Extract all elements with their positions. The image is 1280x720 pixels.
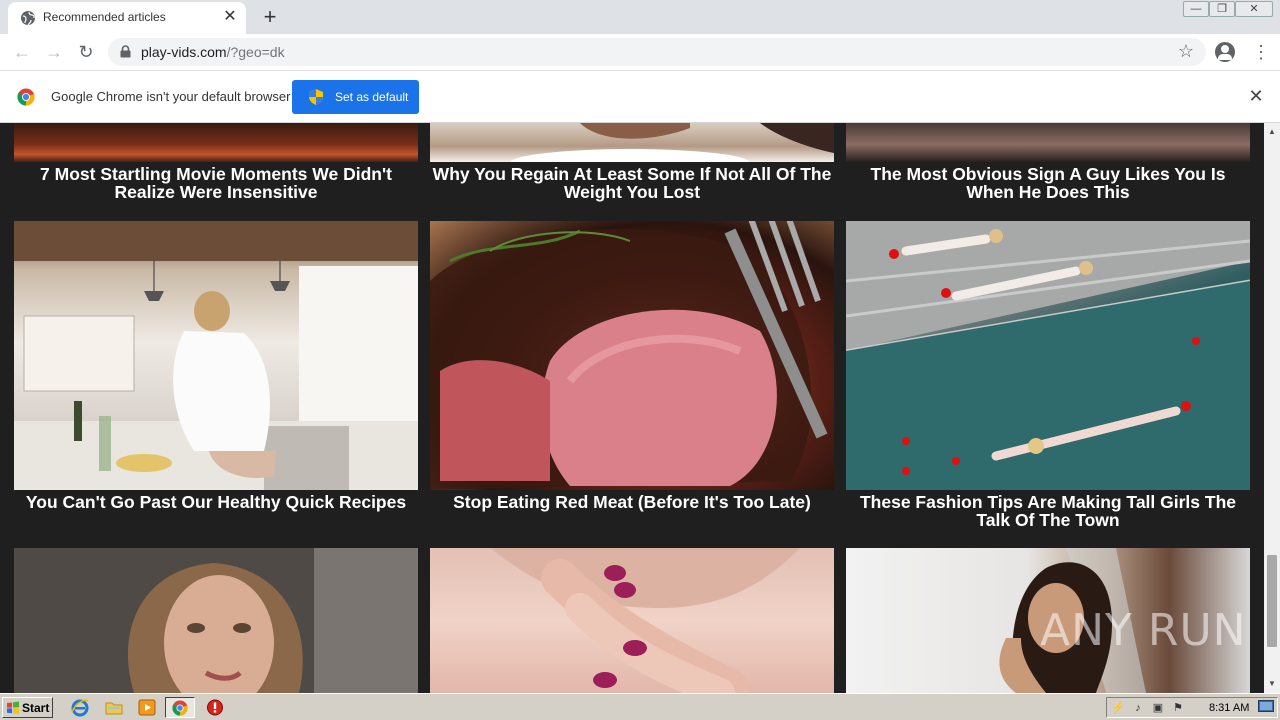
article-title[interactable]: 7 Most Startling Movie Moments We Didn't… (14, 165, 418, 201)
bookmark-star-icon[interactable]: ☆ (1178, 41, 1194, 62)
article-title[interactable]: Why You Regain At Least Some If Not All … (430, 165, 834, 201)
article-thumbnail[interactable] (430, 221, 834, 490)
system-tray: ⚡ ♪ ▣ ⚑ 8:31 AM (1106, 697, 1278, 718)
media-player-icon[interactable] (137, 698, 157, 717)
start-label: Start (22, 701, 50, 715)
steak-fork-image (430, 221, 828, 490)
article-thumbnail[interactable] (430, 123, 834, 162)
article-card[interactable]: The Most Obvious Sign A Guy Likes You Is… (846, 123, 1250, 207)
article-thumbnail[interactable] (14, 123, 418, 162)
start-button[interactable]: Start (2, 697, 53, 718)
article-title[interactable]: Stop Eating Red Meat (Before It's Too La… (430, 493, 834, 511)
chrome-logo-icon (17, 88, 35, 106)
article-card[interactable]: 7 Most Startling Movie Moments We Didn't… (14, 123, 418, 207)
tab-strip: Recommended articles ✕ + — ❐ ✕ (0, 0, 1280, 34)
article-thumbnail[interactable] (430, 548, 834, 693)
page-scrollbar[interactable]: ▲ ▼ (1264, 123, 1280, 693)
tab-title: Recommended articles (43, 10, 166, 24)
url-path: /?geo=dk (226, 44, 285, 60)
chrome-menu-icon[interactable]: ⋮ (1252, 42, 1270, 62)
tab-close-icon[interactable]: ✕ (222, 9, 238, 25)
lock-icon[interactable] (120, 45, 131, 58)
anyrun-watermark: ANY RUN (1040, 605, 1247, 656)
hands-nails-image (490, 548, 800, 693)
show-desktop-icon[interactable] (1258, 700, 1274, 714)
article-card[interactable] (14, 548, 418, 693)
scroll-down-icon[interactable]: ▼ (1264, 677, 1280, 691)
article-thumbnail[interactable] (14, 221, 418, 490)
tab-recommended-articles[interactable]: Recommended articles ✕ (8, 2, 246, 34)
restore-button[interactable]: ❐ (1209, 1, 1235, 17)
windows-flag-icon (7, 701, 19, 714)
back-button[interactable]: ← (11, 41, 33, 63)
pool-fashion-image (846, 221, 1250, 490)
article-card[interactable]: You Can't Go Past Our Healthy Quick Reci… (14, 221, 418, 536)
article-thumbnail[interactable] (846, 221, 1250, 490)
woman-kitchen-image (14, 221, 418, 490)
window-close-button[interactable]: ✕ (1235, 1, 1273, 17)
minimize-button[interactable]: — (1183, 1, 1209, 17)
scroll-up-icon[interactable]: ▲ (1264, 125, 1280, 139)
chrome-icon (172, 700, 188, 716)
infobar-message: Google Chrome isn't your default browser (51, 89, 291, 104)
infobar-close-icon[interactable]: ✕ (1248, 87, 1264, 105)
ie-icon[interactable] (70, 698, 90, 717)
uac-shield-icon (309, 89, 323, 105)
forward-button[interactable]: → (43, 41, 65, 63)
watermark-text: ANY RUN (1040, 605, 1247, 656)
browser-toolbar: ← → ↻ play-vids.com/?geo=dk ☆ ⋮ (0, 34, 1280, 71)
flag-icon[interactable]: ⚑ (1171, 701, 1185, 715)
hands-plate-image (510, 123, 834, 162)
network-icon[interactable]: ⚡ (1111, 701, 1125, 715)
clock[interactable]: 8:31 AM (1209, 702, 1249, 714)
volume-icon[interactable]: ♪ (1131, 701, 1145, 715)
default-browser-infobar: Google Chrome isn't your default browser… (0, 71, 1280, 123)
set-as-default-button[interactable]: Set as default (292, 80, 419, 114)
chrome-taskbar-button[interactable] (165, 697, 195, 718)
article-thumbnail[interactable] (846, 123, 1250, 162)
woman-portrait-image (14, 548, 418, 693)
article-title[interactable]: You Can't Go Past Our Healthy Quick Reci… (14, 493, 418, 511)
article-card[interactable]: These Fashion Tips Are Making Tall Girls… (846, 221, 1250, 536)
url-host: play-vids.com (141, 44, 227, 60)
set-as-default-label: Set as default (335, 90, 409, 104)
stop-icon[interactable] (205, 698, 225, 717)
url-text[interactable]: play-vids.com/?geo=dk (141, 44, 285, 60)
new-tab-button[interactable]: + (258, 6, 282, 28)
windows-taskbar: Start ⚡ ♪ ▣ ⚑ 8:31 AM (0, 693, 1280, 720)
article-card[interactable] (430, 548, 834, 693)
article-title[interactable]: The Most Obvious Sign A Guy Likes You Is… (846, 165, 1250, 201)
profile-avatar-icon[interactable] (1215, 42, 1235, 62)
scrollbar-thumb[interactable] (1267, 555, 1277, 647)
article-title[interactable]: These Fashion Tips Are Making Tall Girls… (846, 493, 1250, 529)
article-card[interactable]: Why You Regain At Least Some If Not All … (430, 123, 834, 207)
article-card[interactable]: Stop Eating Red Meat (Before It's Too La… (430, 221, 834, 536)
address-bar[interactable]: play-vids.com/?geo=dk ☆ (108, 38, 1206, 66)
folder-icon[interactable] (104, 698, 124, 717)
reload-button[interactable]: ↻ (75, 41, 97, 63)
article-thumbnail[interactable] (14, 548, 418, 693)
article-grid: 7 Most Startling Movie Moments We Didn't… (0, 123, 1264, 693)
globe-icon (21, 11, 35, 26)
monitor-icon[interactable]: ▣ (1151, 701, 1165, 715)
